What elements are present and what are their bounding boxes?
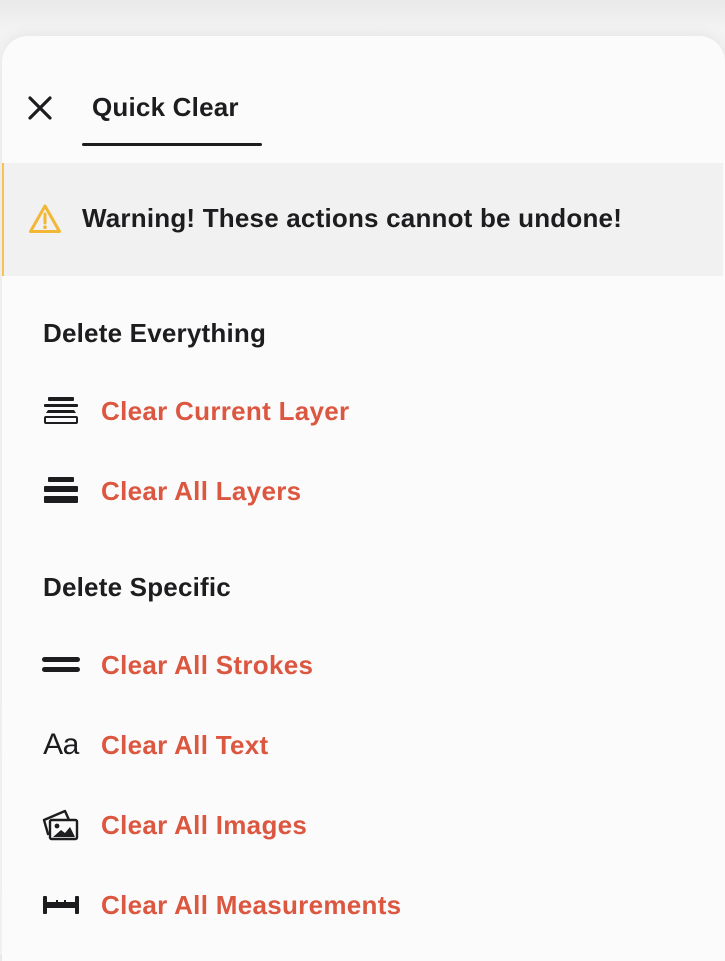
clear-current-layer-button[interactable]: Clear Current Layer xyxy=(38,383,698,439)
section-title-delete-everything: Delete Everything xyxy=(43,318,267,348)
all-layers-icon xyxy=(40,471,82,511)
measurement-icon xyxy=(40,885,82,925)
current-layer-icon xyxy=(40,391,82,431)
clear-all-strokes-label: Clear All Strokes xyxy=(101,650,314,680)
warning-text: Warning! These actions cannot be undone! xyxy=(82,203,623,233)
quick-clear-panel: Quick Clear Warning! These actions canno… xyxy=(2,36,725,961)
clear-all-layers-button[interactable]: Clear All Layers xyxy=(38,463,698,519)
text-icon-glyph: Aa xyxy=(43,728,79,761)
warning-banner: Warning! These actions cannot be undone! xyxy=(2,163,723,276)
clear-all-measurements-button[interactable]: Clear All Measurements xyxy=(38,877,698,933)
clear-all-strokes-button[interactable]: Clear All Strokes xyxy=(38,637,698,693)
panel-header: Quick Clear xyxy=(2,36,725,162)
clear-all-measurements-label: Clear All Measurements xyxy=(101,890,402,920)
strokes-icon xyxy=(40,645,82,685)
tab-quick-clear[interactable]: Quick Clear xyxy=(82,88,262,148)
text-icon: Aa xyxy=(40,725,82,765)
clear-current-layer-label: Clear Current Layer xyxy=(101,396,350,426)
clear-all-text-label: Clear All Text xyxy=(101,730,269,760)
tab-active-indicator xyxy=(82,143,262,146)
close-icon xyxy=(28,96,52,120)
section-title-delete-specific: Delete Specific xyxy=(43,572,231,602)
clear-all-images-label: Clear All Images xyxy=(101,810,308,840)
warning-triangle-icon xyxy=(29,204,61,233)
clear-all-layers-label: Clear All Layers xyxy=(101,476,302,506)
images-icon xyxy=(40,805,82,845)
clear-all-text-button[interactable]: Aa Clear All Text xyxy=(38,717,698,773)
tab-label: Quick Clear xyxy=(92,92,239,122)
close-button[interactable] xyxy=(22,90,58,126)
clear-all-images-button[interactable]: Clear All Images xyxy=(38,797,698,853)
